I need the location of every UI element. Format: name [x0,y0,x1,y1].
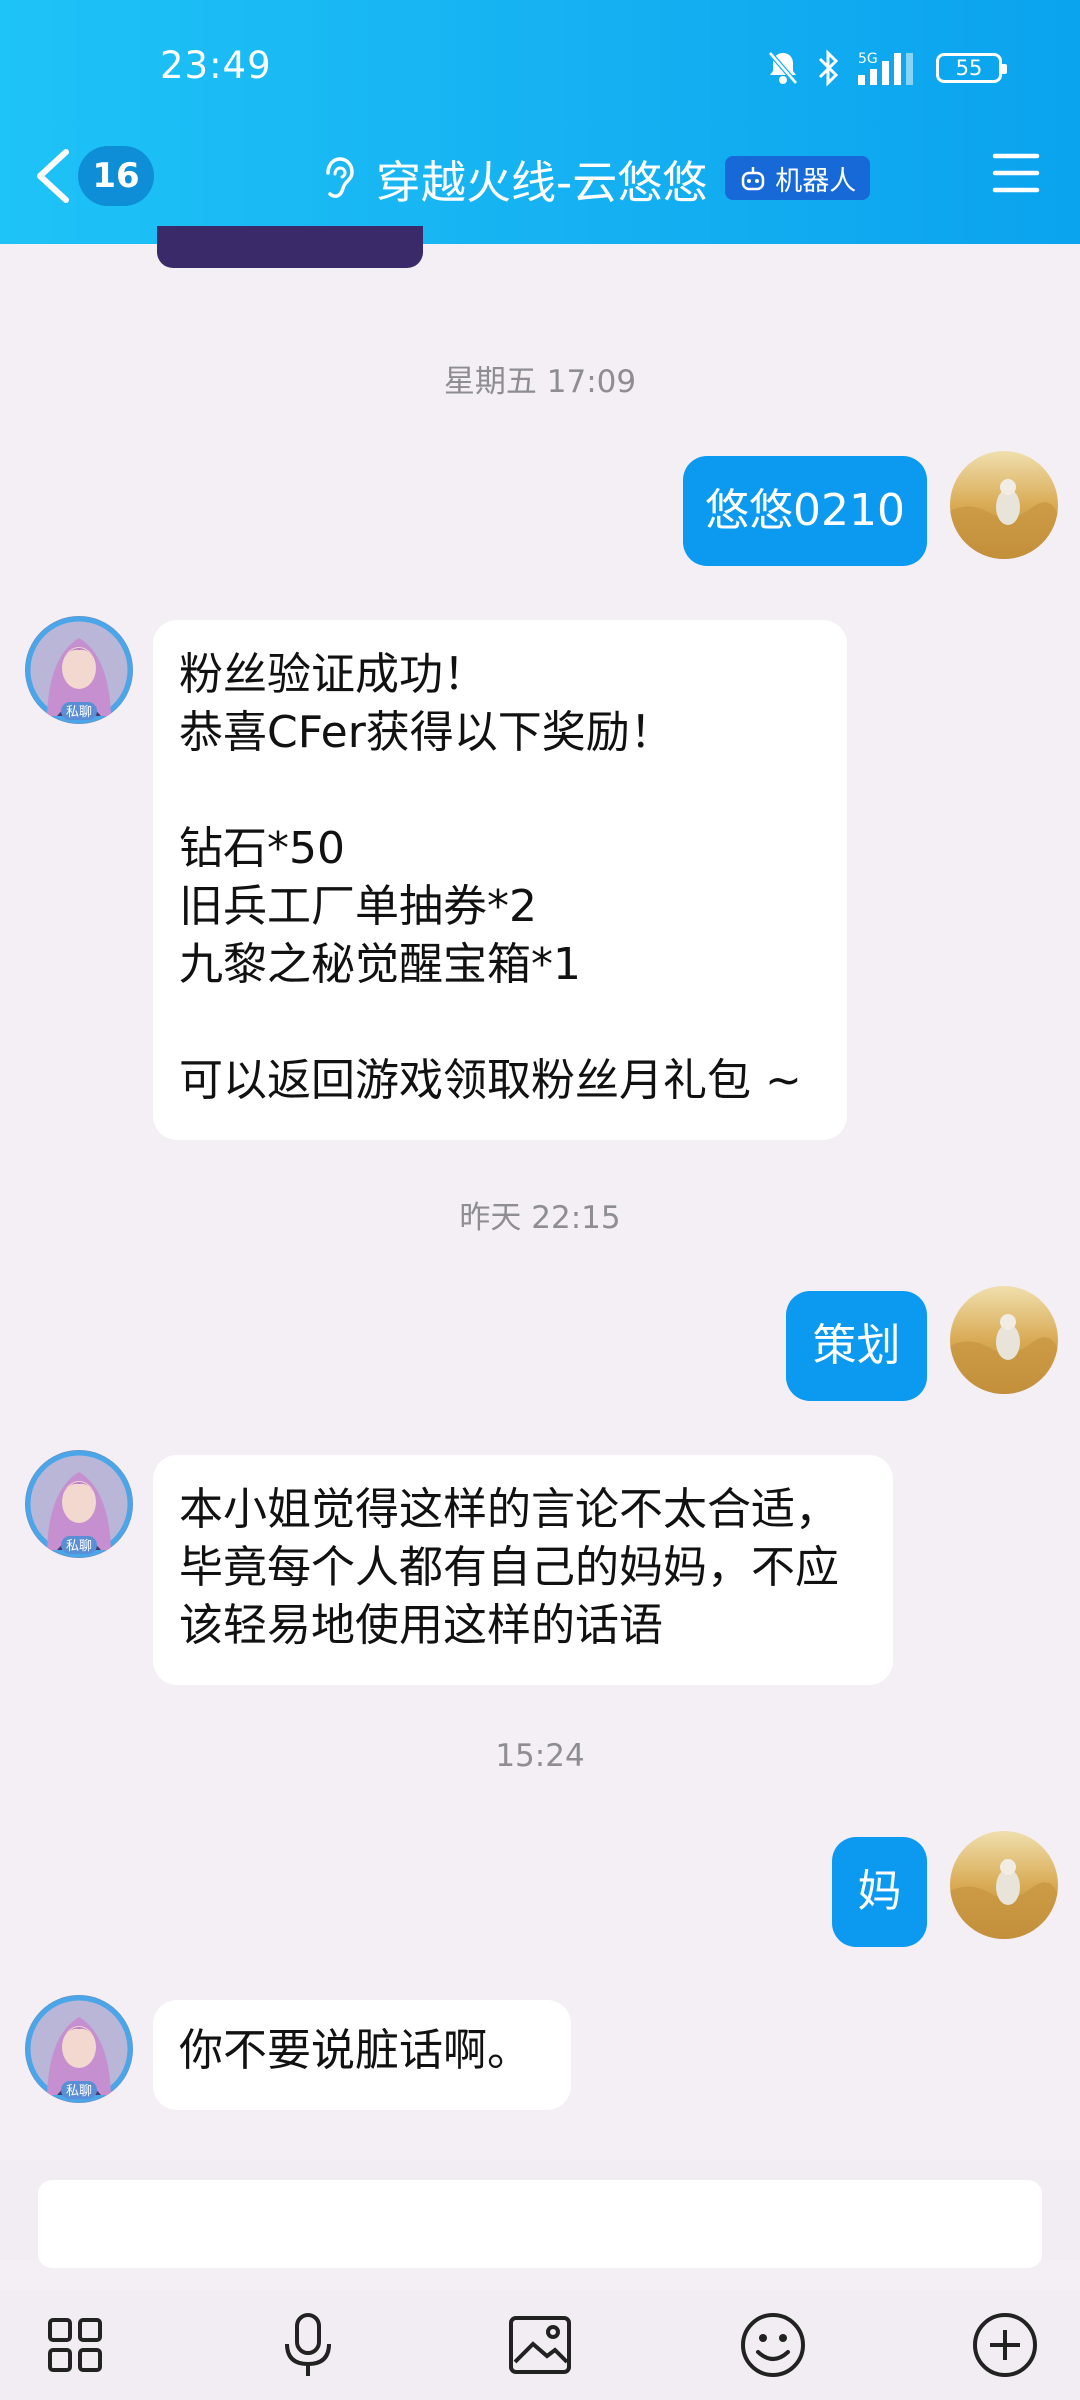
message-line: 钻石*50 [179,823,345,874]
incoming-message[interactable]: 你不要说脏话啊。 [153,2000,571,2110]
apps-grid-icon[interactable] [40,2310,110,2380]
bot-avatar[interactable]: 私聊 [25,1995,133,2103]
message-line: 旧兵工厂单抽券*2 [179,881,537,932]
message-input[interactable] [38,2180,1042,2268]
message-line: 本小姐觉得这样的言论不太合适， [179,1484,839,1535]
timestamp: 15:24 [495,1738,585,1774]
incoming-message[interactable]: 本小姐觉得这样的言论不太合适， 毕竟每个人都有自己的妈妈，不应 该轻易地使用这样… [153,1455,893,1685]
previous-message-card[interactable] [157,226,423,268]
plus-circle-icon[interactable] [970,2310,1040,2380]
message-line: 该轻易地使用这样的话语 [179,1600,663,1651]
message-line [179,762,821,820]
image-icon[interactable] [505,2310,575,2380]
my-avatar[interactable] [950,1286,1058,1394]
bot-avatar-label: 私聊 [66,705,92,720]
outgoing-message[interactable]: 策划 [786,1291,927,1401]
message-line [179,994,821,1052]
my-avatar[interactable] [950,1831,1058,1939]
message-line: 毕竟每个人都有自己的妈妈，不应 [179,1542,839,1593]
bot-avatar-label: 私聊 [66,1539,92,1554]
incoming-message[interactable]: 粉丝验证成功！ 恭喜CFer获得以下奖励！ 钻石*50 旧兵工厂单抽券*2 九黎… [153,620,847,1140]
unread-count-badge[interactable]: 16 [78,146,154,206]
outgoing-message[interactable]: 悠悠0210 [683,456,927,566]
menu-icon[interactable] [992,150,1040,196]
ear-icon [326,157,354,198]
bot-tag-label: 机器人 [775,165,857,197]
message-text: 悠悠0210 [705,485,905,536]
robot-icon [742,167,765,191]
svg-text:5G: 5G [858,51,878,67]
microphone-icon[interactable] [273,2310,343,2380]
timestamp: 星期五 17:09 [443,364,637,400]
signal-5g-icon: 5G [858,51,913,85]
message-line: 你不要说脏话啊。 [179,2025,531,2076]
message-line: 九黎之秘觉醒宝箱*1 [179,939,581,990]
bluetooth-icon [818,49,839,87]
message-line: 恭喜CFer获得以下奖励！ [179,707,674,758]
chat-title-area[interactable]: 穿越火线-云悠悠 机器人 [318,146,871,210]
status-icons: 5G 55 [766,46,1007,90]
bot-avatar-label: 私聊 [66,2084,92,2099]
message-line: 可以返回游戏领取粉丝月礼包 ~ [179,1055,802,1106]
battery-level: 55 [955,56,983,80]
message-text: 妈 [857,1866,902,1917]
my-avatar[interactable] [950,451,1058,559]
message-text: 策划 [812,1320,901,1371]
chat-title: 穿越火线-云悠悠 [376,155,708,209]
timestamp: 昨天 22:15 [459,1200,621,1236]
battery-indicator: 55 [936,53,1007,83]
mute-bell-icon [768,51,798,85]
back-chevron-icon[interactable] [30,146,76,206]
message-line: 粉丝验证成功！ [179,649,487,700]
bot-avatar[interactable]: 私聊 [25,616,133,724]
emoji-icon[interactable] [738,2310,808,2380]
outgoing-message[interactable]: 妈 [832,1837,927,1947]
bot-avatar[interactable]: 私聊 [25,1450,133,1558]
bot-tag: 机器人 [725,156,871,200]
status-time: 23:49 [160,44,272,87]
